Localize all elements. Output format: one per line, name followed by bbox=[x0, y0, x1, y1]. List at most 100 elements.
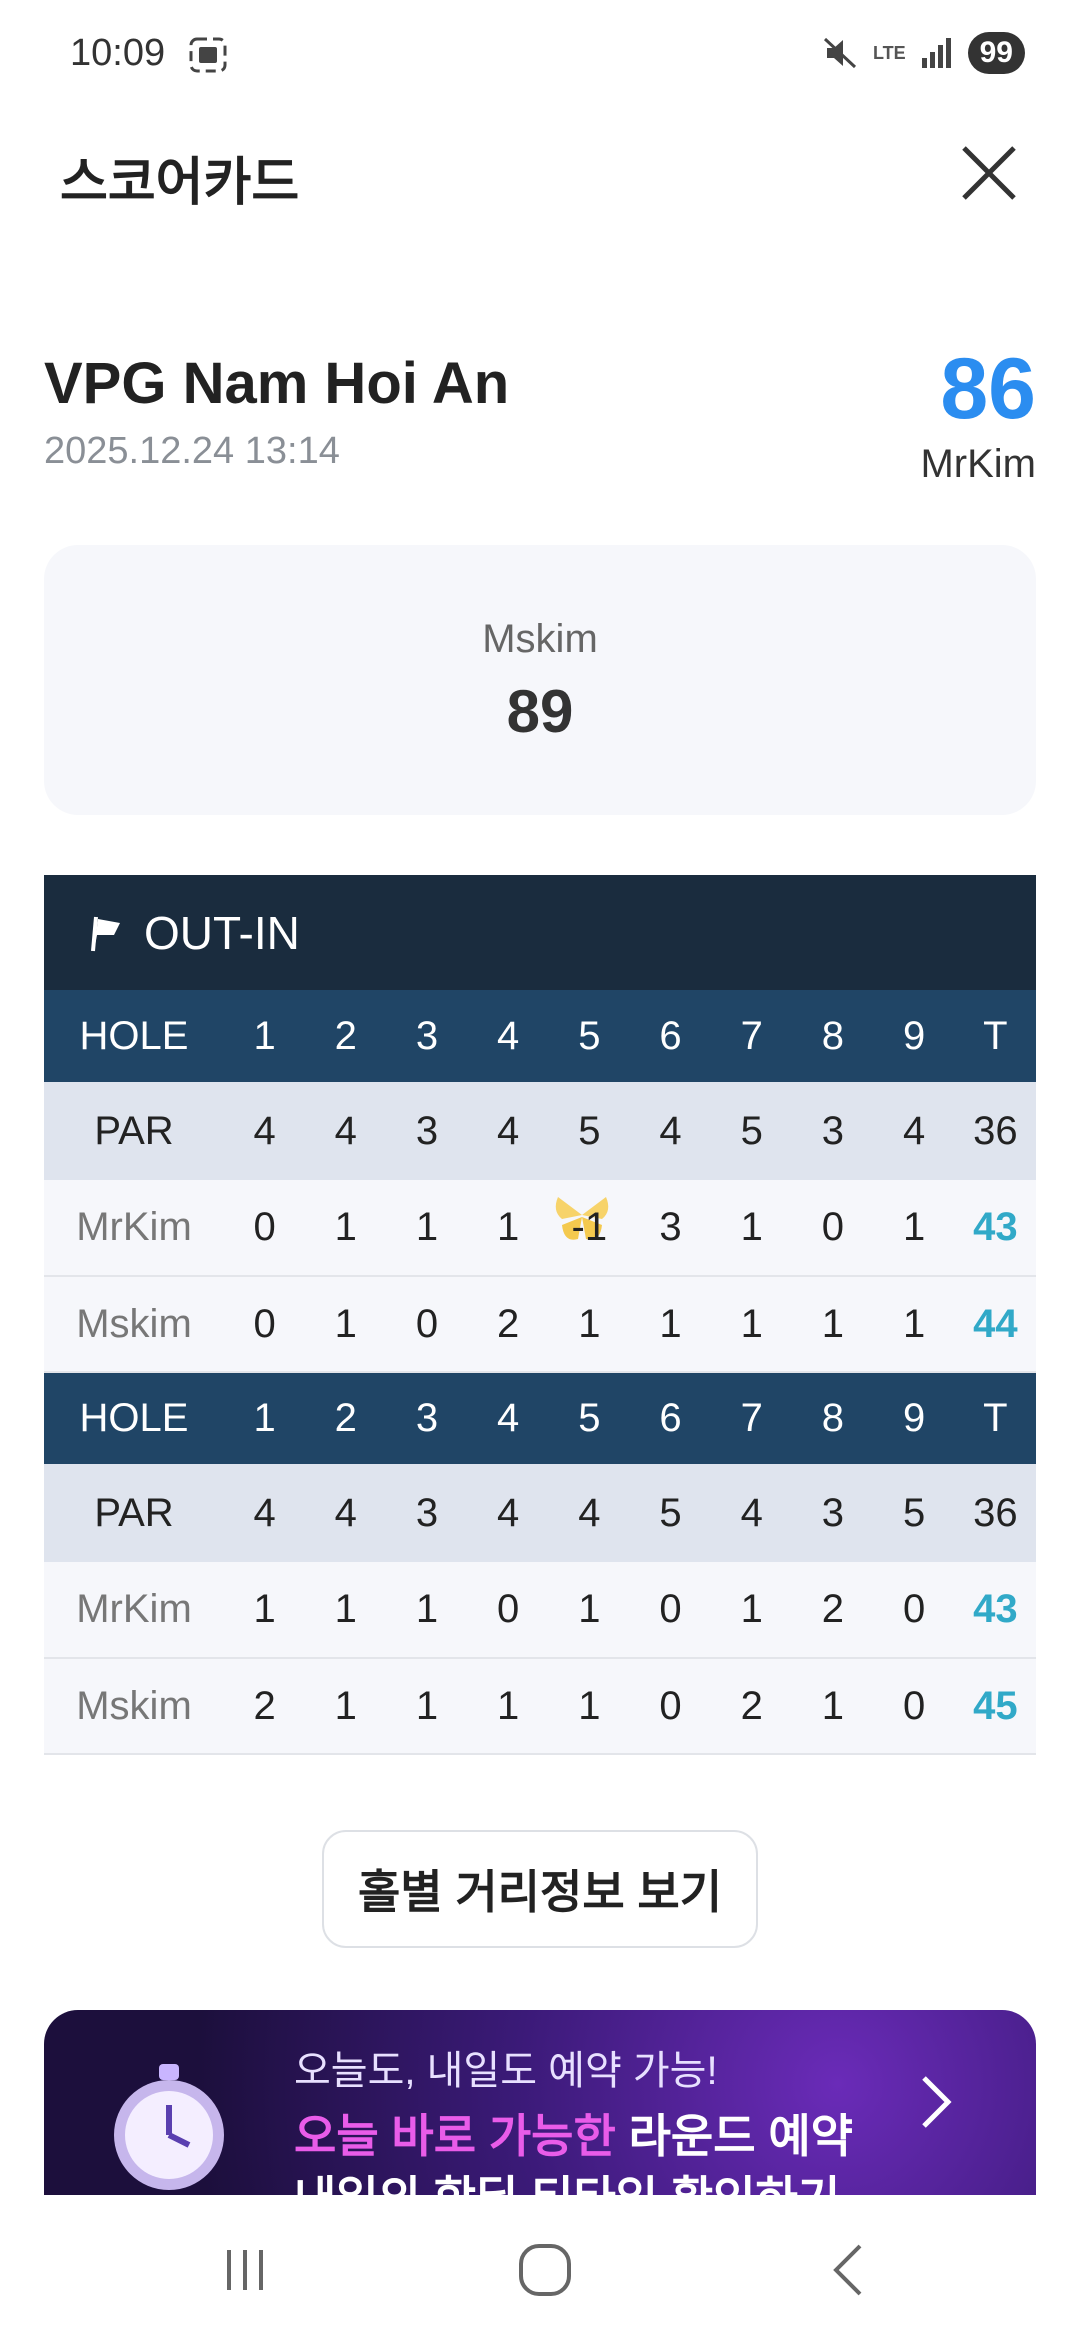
player-name: Mskim bbox=[76, 1301, 192, 1346]
par-value: 4 bbox=[334, 1108, 357, 1153]
hole-number: 4 bbox=[497, 1396, 520, 1440]
score-cell: 0 bbox=[659, 1683, 682, 1728]
lte-indicator: LTE bbox=[872, 43, 906, 63]
par-total: 36 bbox=[973, 1490, 1018, 1535]
score-cell: 0 bbox=[253, 1301, 276, 1346]
home-icon[interactable] bbox=[515, 2240, 575, 2300]
par-value: 3 bbox=[821, 1108, 845, 1153]
hole-label: HOLE bbox=[79, 1396, 189, 1440]
score-cell: 0 bbox=[497, 1587, 520, 1631]
par-row-in: PAR 4 4 3 4 4 5 4 3 5 36 bbox=[44, 1464, 1036, 1562]
page-title: 스코어카드 bbox=[60, 154, 300, 212]
hole-number: 9 bbox=[902, 1013, 926, 1058]
hole-number: 5 bbox=[578, 1396, 601, 1440]
recent-apps-icon[interactable] bbox=[215, 2240, 275, 2300]
score-cell: 1 bbox=[821, 1683, 845, 1728]
player-row-mskim-out: Mskim 0 1 0 2 1 1 1 1 1 44 bbox=[44, 1276, 1036, 1372]
par-value: 4 bbox=[497, 1490, 520, 1535]
par-value: 4 bbox=[497, 1108, 520, 1153]
opponent-name: Mskim bbox=[482, 617, 598, 661]
par-value: 3 bbox=[821, 1490, 845, 1535]
banner-title: 오늘 바로 가능한 라운드 예약 bbox=[294, 2100, 853, 2166]
mute-icon bbox=[823, 37, 856, 69]
score-cell: 1 bbox=[334, 1587, 357, 1631]
score-cell: 0 bbox=[415, 1301, 439, 1346]
player-row-mrkim-in: MrKim 1 1 1 0 1 0 1 2 0 43 bbox=[44, 1562, 1036, 1658]
hole-number: 1 bbox=[253, 1396, 276, 1440]
signal-icon bbox=[921, 38, 951, 68]
player-name: MrKim bbox=[76, 1587, 192, 1631]
hole-number: 2 bbox=[334, 1396, 357, 1440]
status-bar: 10:09 LTE 99 bbox=[0, 0, 1080, 110]
hole-number: 2 bbox=[334, 1013, 357, 1058]
par-value: 5 bbox=[740, 1108, 763, 1153]
hole-row-in: HOLE 1 2 3 4 5 6 7 8 9 T bbox=[44, 1372, 1036, 1464]
hole-number: 3 bbox=[415, 1013, 439, 1058]
course-section-label: OUT-IN bbox=[144, 906, 300, 959]
score-cell: 1 bbox=[821, 1301, 845, 1346]
score-cell: 1 bbox=[578, 1683, 601, 1728]
score-cell: 1 bbox=[497, 1683, 520, 1728]
close-icon[interactable] bbox=[958, 142, 1020, 204]
banner-title-rest: 라운드 예약 bbox=[615, 2110, 853, 2162]
status-icons: LTE 99 bbox=[823, 32, 1025, 74]
par-label: PAR bbox=[94, 1490, 174, 1535]
promo-banner[interactable]: 오늘도, 내일도 예약 가능! 오늘 바로 가능한 라운드 예약 내일의 핫딜 … bbox=[44, 2010, 1036, 2195]
score-cell: 1 bbox=[902, 1205, 926, 1249]
score-cell: 0 bbox=[902, 1587, 926, 1631]
player-total: 43 bbox=[973, 1205, 1018, 1249]
scorecard: OUT-IN HOLE 1 2 3 4 5 6 7 8 9 T PAR 4 4 … bbox=[44, 875, 1036, 1755]
score-cell-birdie: -1 bbox=[549, 1180, 630, 1276]
player-row-mrkim-out: MrKim 0 1 1 1 -1 3 1 0 1 43 bbox=[44, 1180, 1036, 1276]
hole-number: 4 bbox=[497, 1013, 520, 1058]
player-name: Mskim bbox=[76, 1683, 192, 1728]
status-time: 10:09 bbox=[70, 32, 166, 74]
opponent-score: 89 bbox=[506, 678, 574, 745]
score-cell: 0 bbox=[253, 1205, 276, 1249]
par-row-out: PAR 4 4 3 4 5 4 5 3 4 36 bbox=[44, 1082, 1036, 1180]
player-total: 43 bbox=[973, 1587, 1018, 1631]
score-cell: 1 bbox=[415, 1205, 439, 1249]
par-value: 5 bbox=[902, 1490, 926, 1535]
course-name: VPG Nam Hoi An bbox=[44, 351, 510, 416]
par-total: 36 bbox=[973, 1108, 1018, 1153]
hole-total-label: T bbox=[983, 1396, 1008, 1440]
hole-number: 6 bbox=[659, 1013, 682, 1058]
flag-icon bbox=[91, 916, 120, 951]
score-cell: 1 bbox=[578, 1587, 601, 1631]
banner-title-highlight: 오늘 바로 가능한 bbox=[294, 2110, 616, 2162]
round-datetime: 2025.12.24 13:14 bbox=[44, 430, 340, 472]
screenshot-icon bbox=[189, 37, 227, 73]
hole-number: 1 bbox=[253, 1013, 276, 1058]
score-cell: 1 bbox=[902, 1301, 926, 1346]
hole-label: HOLE bbox=[79, 1013, 189, 1058]
hole-distance-button[interactable]: 홀별 거리정보 보기 bbox=[322, 1830, 758, 1948]
hole-number: 9 bbox=[902, 1396, 926, 1440]
score-cell: 2 bbox=[821, 1587, 845, 1631]
par-value: 3 bbox=[415, 1108, 439, 1153]
score-cell: 0 bbox=[821, 1205, 845, 1249]
hole-number: 7 bbox=[740, 1396, 763, 1440]
my-name: MrKim bbox=[920, 442, 1036, 486]
score-cell: 1 bbox=[740, 1301, 763, 1346]
par-value: 4 bbox=[253, 1490, 276, 1535]
score-cell: 2 bbox=[253, 1683, 276, 1728]
score-cell: 0 bbox=[902, 1683, 926, 1728]
score-cell: 1 bbox=[578, 1301, 601, 1346]
player-total: 45 bbox=[973, 1683, 1018, 1728]
par-value: 4 bbox=[659, 1108, 682, 1153]
stopwatch-icon bbox=[114, 2064, 224, 2190]
score-cell: 2 bbox=[497, 1301, 520, 1346]
back-icon[interactable] bbox=[820, 2240, 880, 2300]
par-value: 4 bbox=[253, 1108, 276, 1153]
battery-indicator: 99 bbox=[967, 32, 1025, 74]
score-cell: 1 bbox=[334, 1301, 357, 1346]
par-value: 5 bbox=[578, 1108, 601, 1153]
hole-total-label: T bbox=[983, 1013, 1008, 1058]
score-cell: 2 bbox=[740, 1683, 763, 1728]
par-value: 5 bbox=[659, 1490, 682, 1535]
score-cell: 0 bbox=[659, 1587, 682, 1631]
score-cell: 3 bbox=[659, 1205, 682, 1249]
banner-subtitle: 오늘도, 내일도 예약 가능! bbox=[294, 2049, 718, 2093]
player-row-mskim-in: Mskim 2 1 1 1 1 0 2 1 0 45 bbox=[44, 1658, 1036, 1754]
